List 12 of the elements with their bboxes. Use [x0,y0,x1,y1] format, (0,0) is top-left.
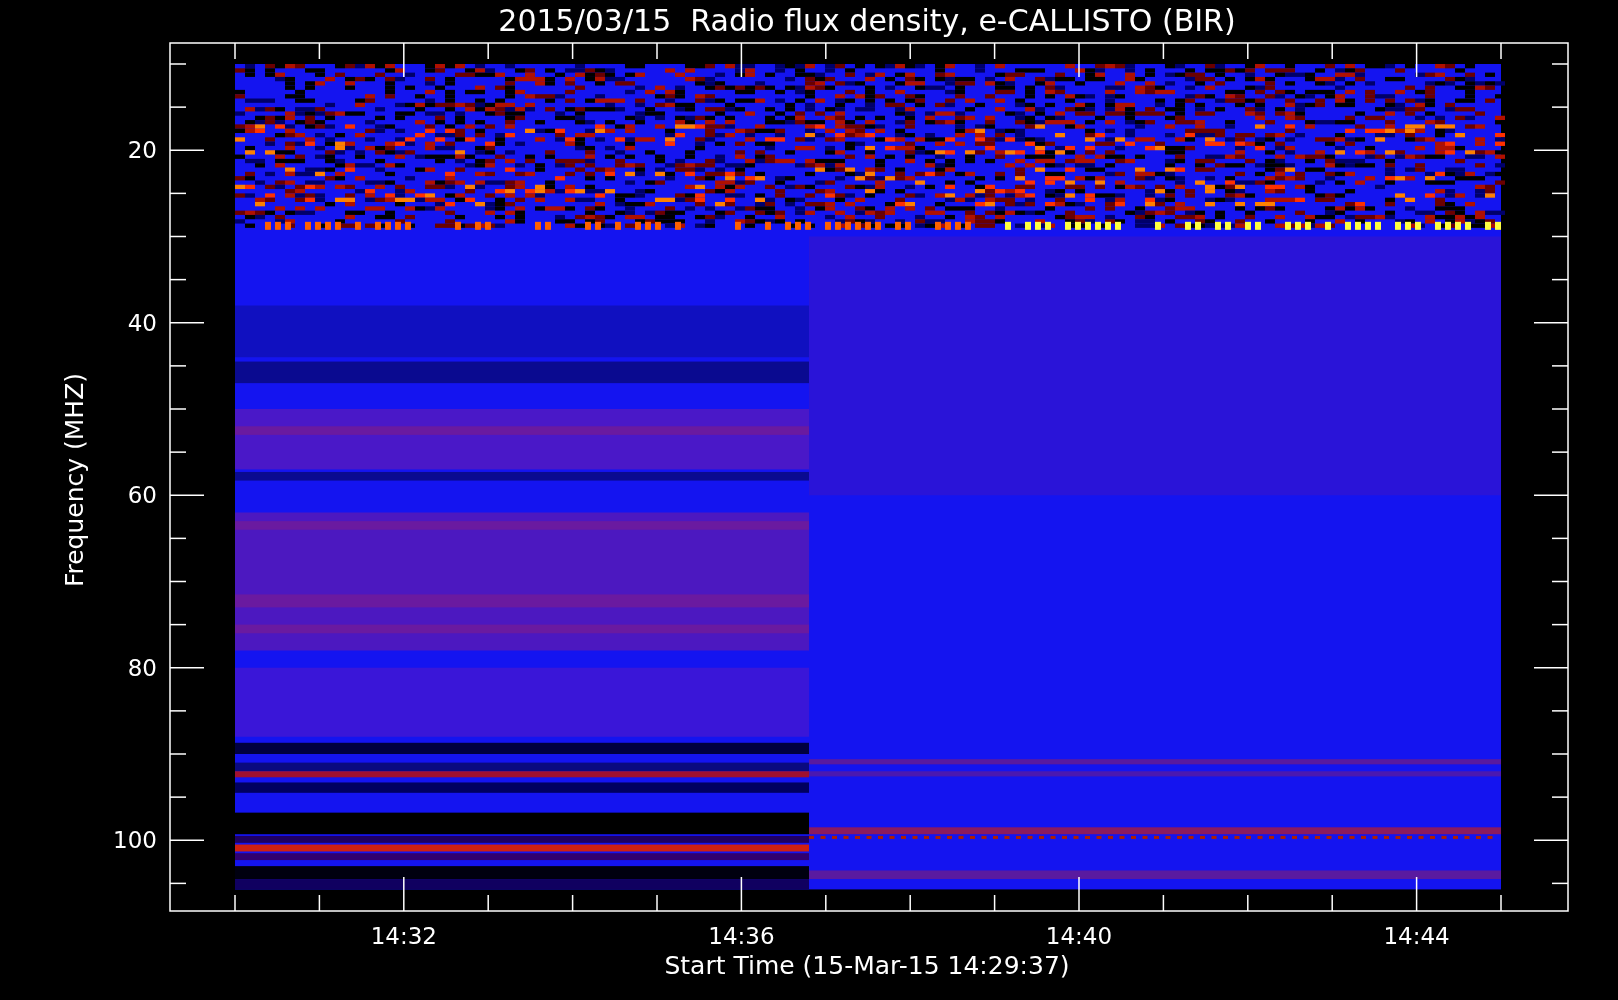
tick-label: 40 [127,309,157,336]
axis-label: Start Time (15-Mar-15 14:29:37) [664,951,1070,980]
tick-label: 14:36 [708,923,775,949]
tick-label: 60 [127,482,157,509]
tick-label: 14:32 [370,923,437,949]
axis-label: Frequency (MHZ) [60,372,89,588]
plot-title: 2015/03/15 Radio flux density, e-CALLISTO (BIR) [498,3,1236,38]
tick-label: 100 [113,827,157,854]
tick-label: 20 [127,137,157,164]
tick-label: 80 [127,654,157,681]
tick-label: 14:44 [1383,923,1450,949]
tick-label: 14:40 [1045,923,1113,949]
